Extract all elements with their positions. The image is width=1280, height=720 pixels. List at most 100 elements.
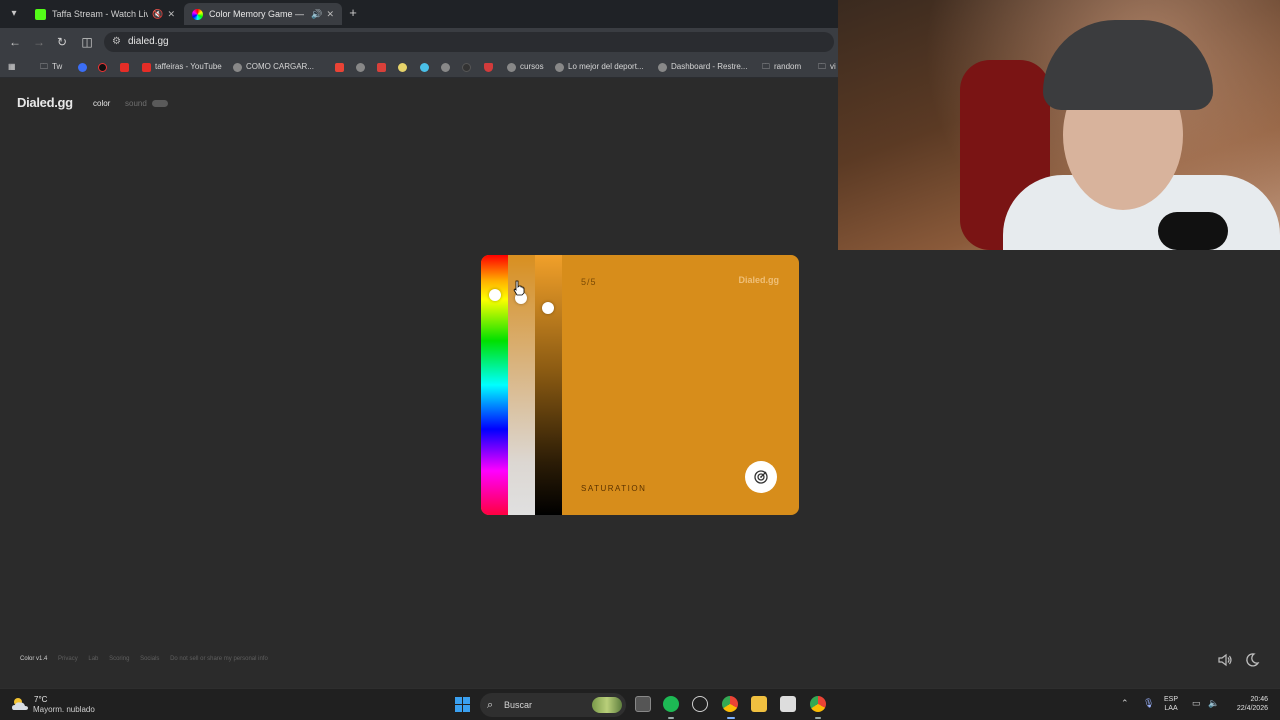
new-tab-plus-icon[interactable]: + [346,6,360,20]
taskbar-clock[interactable]: 20:46 22/4/2026 [1228,695,1268,713]
bookmark-folder-random[interactable]: 🗀 random [762,60,801,74]
site-footer: Color v1.4 Privacy Lab Scoring Socials D… [20,656,277,666]
muted-icon[interactable]: 🔇 [152,9,163,20]
file-explorer-icon[interactable] [751,696,767,712]
nav-sound-link[interactable]: sound [125,99,147,108]
bookmark-favicon [420,62,429,72]
clock-date: 22/4/2026 [1236,705,1268,712]
footer-scoring-link[interactable]: Scoring [109,656,129,662]
clock-time: 20:46 [1250,696,1268,703]
bookmark-shield-icon[interactable] [484,60,497,74]
bookmark-blue-icon[interactable] [78,60,91,74]
globe-icon [356,62,365,72]
tab-color-memory-game[interactable]: Color Memory Game — Ho 🔊 ✕ [184,3,342,25]
bookmark-favicon [377,62,386,72]
microphone-icon[interactable]: 🎙 [1143,698,1154,709]
bookmark-folder-vi[interactable]: 🗀 vi [818,60,836,74]
weather-temperature[interactable]: 7°C [34,695,47,704]
bookmark-taffeiras-youtube[interactable]: taffeiras - YouTube [142,60,222,74]
bookmark-label: Dashboard - Restre... [671,62,748,71]
keyboard-layout: LAA [1164,705,1178,712]
bookmark-cursos[interactable]: cursos [507,60,544,74]
brightness-slider[interactable] [535,255,562,515]
audio-playing-icon[interactable]: 🔊 [311,9,322,20]
globe-icon [441,62,450,72]
spotify-icon[interactable] [663,696,679,712]
round-progress: 5/5 [581,277,597,287]
dialed-favicon-icon [192,8,203,20]
browser-toolbar: ← → ↻ ◫ ⚙ dialed.gg [0,28,838,56]
tab-close-icon[interactable]: ✕ [167,9,175,20]
bookmark-label: random [774,62,802,71]
reload-icon[interactable]: ↻ [55,35,69,49]
footer-lab-link[interactable]: Lab [88,656,98,662]
bookmark-gmail-icon[interactable] [335,60,348,74]
bookmark-tiktok-icon[interactable] [98,60,111,74]
nav-color-link[interactable]: color [93,99,110,108]
tiktok-icon [98,62,107,72]
input-language[interactable]: ESP LAA [1164,695,1178,713]
bookmark-cyan-icon[interactable] [420,60,433,74]
bookmark-globe-icon[interactable] [356,60,369,74]
footer-privacy-link[interactable]: Privacy [58,656,78,662]
youtube-icon [120,62,129,72]
tab-search-chevron-icon[interactable]: ▾ [6,6,22,22]
bookmark-yellow-icon[interactable] [398,60,411,74]
bookmarks-bar: ▦ 🗀 Tw taffeiras - YouTube COMO CARGAR...… [0,56,838,78]
moon-theme-icon[interactable] [1244,652,1260,668]
volume-icon[interactable] [1217,652,1233,668]
bookmark-label: cursos [520,62,544,71]
site-logo[interactable]: Dialed.gg [17,95,73,110]
cloudy-weather-icon[interactable] [10,695,30,713]
bookmark-label: Tw [52,62,63,71]
site-info-icon[interactable]: ⚙ [112,32,121,52]
windows-taskbar: 7°C Mayorm. nublado ⌕ Buscar ⌃ 🎙 ESP LAA… [0,688,1280,720]
windows-start-icon[interactable] [455,697,470,712]
taskbar-search-box[interactable]: ⌕ Buscar [480,693,626,717]
split-view-icon[interactable]: ◫ [80,35,94,49]
chrome-icon[interactable] [722,696,738,712]
footer-do-not-sell-link[interactable]: Do not sell or share my personal info [170,656,268,662]
address-bar[interactable]: ⚙ dialed.gg [104,32,834,52]
bookmark-como-cargar[interactable]: COMO CARGAR... [233,60,314,74]
globe-icon [555,62,564,72]
folder-icon: 🗀 [818,62,826,71]
browser-tab-bar: ▾ Taffa Stream - Watch Live o 🔇 ✕ Color … [0,0,838,28]
bookmark-dashboard[interactable]: Dashboard - Restre... [658,60,747,74]
microsoft-store-icon[interactable] [780,696,796,712]
bookmark-globe-icon[interactable] [441,60,454,74]
forward-arrow-icon[interactable]: → [32,35,46,49]
bookmark-label: COMO CARGAR... [246,62,315,71]
search-icon: ⌕ [487,699,494,711]
hue-slider-handle[interactable] [489,289,501,301]
bookmark-favicon [398,62,407,72]
submit-guess-button[interactable] [745,461,777,493]
task-view-icon[interactable] [635,696,651,712]
bookmark-youtube-icon[interactable] [120,60,133,74]
brightness-slider-handle[interactable] [542,302,554,314]
weather-description[interactable]: Mayorm. nublado [33,705,95,714]
bookmark-red-icon[interactable] [377,60,390,74]
network-icon[interactable]: ▭ [1192,698,1201,709]
bookmark-lo-mejor[interactable]: Lo mejor del deport... [555,60,644,74]
obs-icon[interactable] [692,696,708,712]
apps-grid-icon[interactable]: ▦ [8,60,16,74]
color-game-card: 5/5 Dialed.gg SATURATION [481,255,799,515]
screen: ▾ Taffa Stream - Watch Live o 🔇 ✕ Color … [0,0,1280,720]
speaker-icon[interactable]: 🔈 [1208,698,1219,709]
bookmark-dark-icon[interactable] [462,60,475,74]
tab-close-icon[interactable]: ✕ [326,9,334,20]
globe-icon [658,62,667,72]
current-mode-label: SATURATION [581,484,647,493]
search-placeholder: Buscar [504,700,533,710]
tab-title: Taffa Stream - Watch Live o [52,9,149,19]
tab-taffa-stream[interactable]: Taffa Stream - Watch Live o 🔇 ✕ [27,3,183,25]
bookmark-folder-tw[interactable]: 🗀 Tw [40,60,62,74]
chrome-profile-icon[interactable] [810,696,826,712]
tray-overflow-chevron-icon[interactable]: ⌃ [1121,698,1129,709]
bookmark-favicon [462,62,471,72]
youtube-icon [142,62,151,72]
footer-socials-link[interactable]: Socials [140,656,159,662]
back-arrow-icon[interactable]: ← [8,35,22,49]
bookmark-favicon [78,62,87,72]
